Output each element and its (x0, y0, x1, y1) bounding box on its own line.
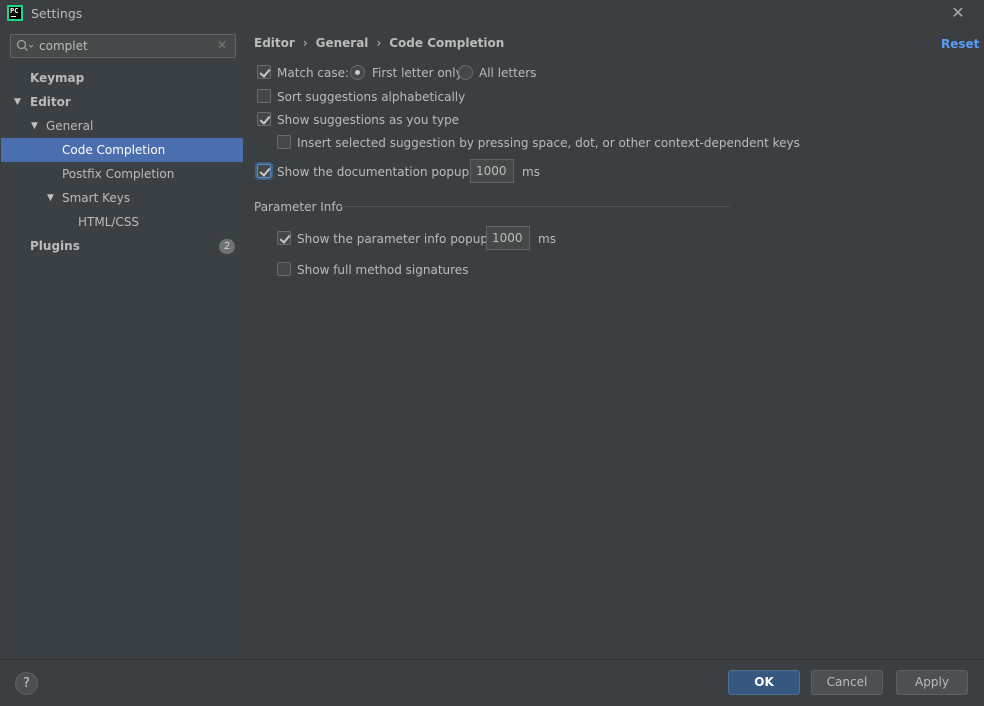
section-divider (340, 206, 730, 207)
cancel-button[interactable]: Cancel (811, 670, 883, 695)
tree-item-keymap[interactable]: Keymap (1, 66, 243, 90)
parameter-popup-label: Show the parameter info popup in (297, 232, 503, 246)
first-letter-label: First letter only (372, 66, 463, 80)
settings-sidebar: ✕ Keymap ▼ Editor ▼ General Code Complet… (1, 28, 243, 659)
sort-alphabetically-checkbox[interactable] (257, 89, 271, 103)
tree-item-label: Code Completion (62, 143, 166, 157)
tree-item-label: HTML/CSS (78, 215, 140, 229)
breadcrumb-item: Code Completion (389, 36, 505, 50)
tree-item-label: General (46, 119, 94, 133)
help-icon[interactable]: ? (15, 672, 38, 695)
breadcrumb: Editor › General › Code Completion (254, 36, 504, 50)
breadcrumb-separator: › (302, 36, 308, 50)
settings-content: Editor › General › Code Completion Reset Mat… (243, 28, 984, 659)
reset-link[interactable]: Reset (941, 37, 979, 51)
apply-button[interactable]: Apply (896, 670, 968, 695)
tree-item-label: Smart Keys (62, 191, 131, 205)
ok-button[interactable]: OK (728, 670, 800, 695)
expanded-triangle-icon[interactable]: ▼ (31, 114, 38, 138)
tree-item-plugins[interactable]: Plugins 2 (1, 234, 243, 258)
parameter-delay-unit: ms (538, 232, 556, 246)
breadcrumb-separator: › (376, 36, 382, 50)
close-icon[interactable]: ✕ (946, 2, 970, 24)
documentation-delay-unit: ms (522, 165, 540, 179)
documentation-popup-checkbox[interactable] (257, 164, 271, 178)
clear-search-icon[interactable]: ✕ (215, 38, 229, 52)
window-title: Settings (31, 6, 83, 21)
search-box[interactable]: ✕ (10, 34, 236, 58)
expanded-triangle-icon[interactable]: ▼ (14, 90, 21, 114)
dialog-footer: ? OK Cancel Apply (0, 659, 984, 706)
logo-text: PC (9, 7, 21, 19)
sort-alphabetically-label: Sort suggestions alphabetically (277, 90, 466, 104)
full-signatures-checkbox[interactable] (277, 262, 291, 276)
tree-item-editor[interactable]: ▼ Editor (1, 90, 243, 114)
insert-selected-label: Insert selected suggestion by pressing s… (297, 136, 800, 150)
parameter-delay-field[interactable]: 1000 (486, 226, 530, 250)
parameter-info-heading: Parameter Info (254, 200, 343, 214)
tree-item-smart-keys[interactable]: ▼ Smart Keys (1, 186, 243, 210)
tree-item-code-completion[interactable]: Code Completion (1, 138, 243, 162)
documentation-popup-label: Show the documentation popup in (277, 165, 484, 179)
expanded-triangle-icon[interactable]: ▼ (47, 186, 54, 210)
all-letters-radio[interactable] (458, 65, 473, 80)
match-case-label: Match case: (277, 66, 350, 80)
pycharm-logo-icon: PC (7, 5, 23, 21)
tree-item-html-css[interactable]: HTML/CSS (1, 210, 243, 234)
title-bar: PC Settings ✕ (0, 0, 984, 28)
tree-item-general[interactable]: ▼ General (1, 114, 243, 138)
documentation-delay-field[interactable]: 1000 (470, 159, 514, 183)
tree-item-label: Editor (30, 95, 71, 109)
tree-item-label: Keymap (30, 71, 85, 85)
search-input[interactable] (39, 35, 209, 57)
parameter-popup-checkbox[interactable] (277, 231, 291, 245)
insert-selected-checkbox[interactable] (277, 135, 291, 149)
search-icon (16, 39, 34, 51)
match-case-checkbox[interactable] (257, 65, 271, 79)
breadcrumb-item[interactable]: General (316, 36, 369, 50)
full-signatures-label: Show full method signatures (297, 263, 469, 277)
all-letters-label: All letters (479, 66, 537, 80)
show-suggestions-checkbox[interactable] (257, 112, 271, 126)
breadcrumb-item[interactable]: Editor (254, 36, 295, 50)
tree-item-postfix-completion[interactable]: Postfix Completion (1, 162, 243, 186)
first-letter-radio[interactable] (350, 65, 365, 80)
tree-item-label: Plugins (30, 239, 80, 253)
show-suggestions-label: Show suggestions as you type (277, 113, 460, 127)
tree-item-label: Postfix Completion (62, 167, 175, 181)
plugins-count-badge: 2 (219, 239, 235, 254)
